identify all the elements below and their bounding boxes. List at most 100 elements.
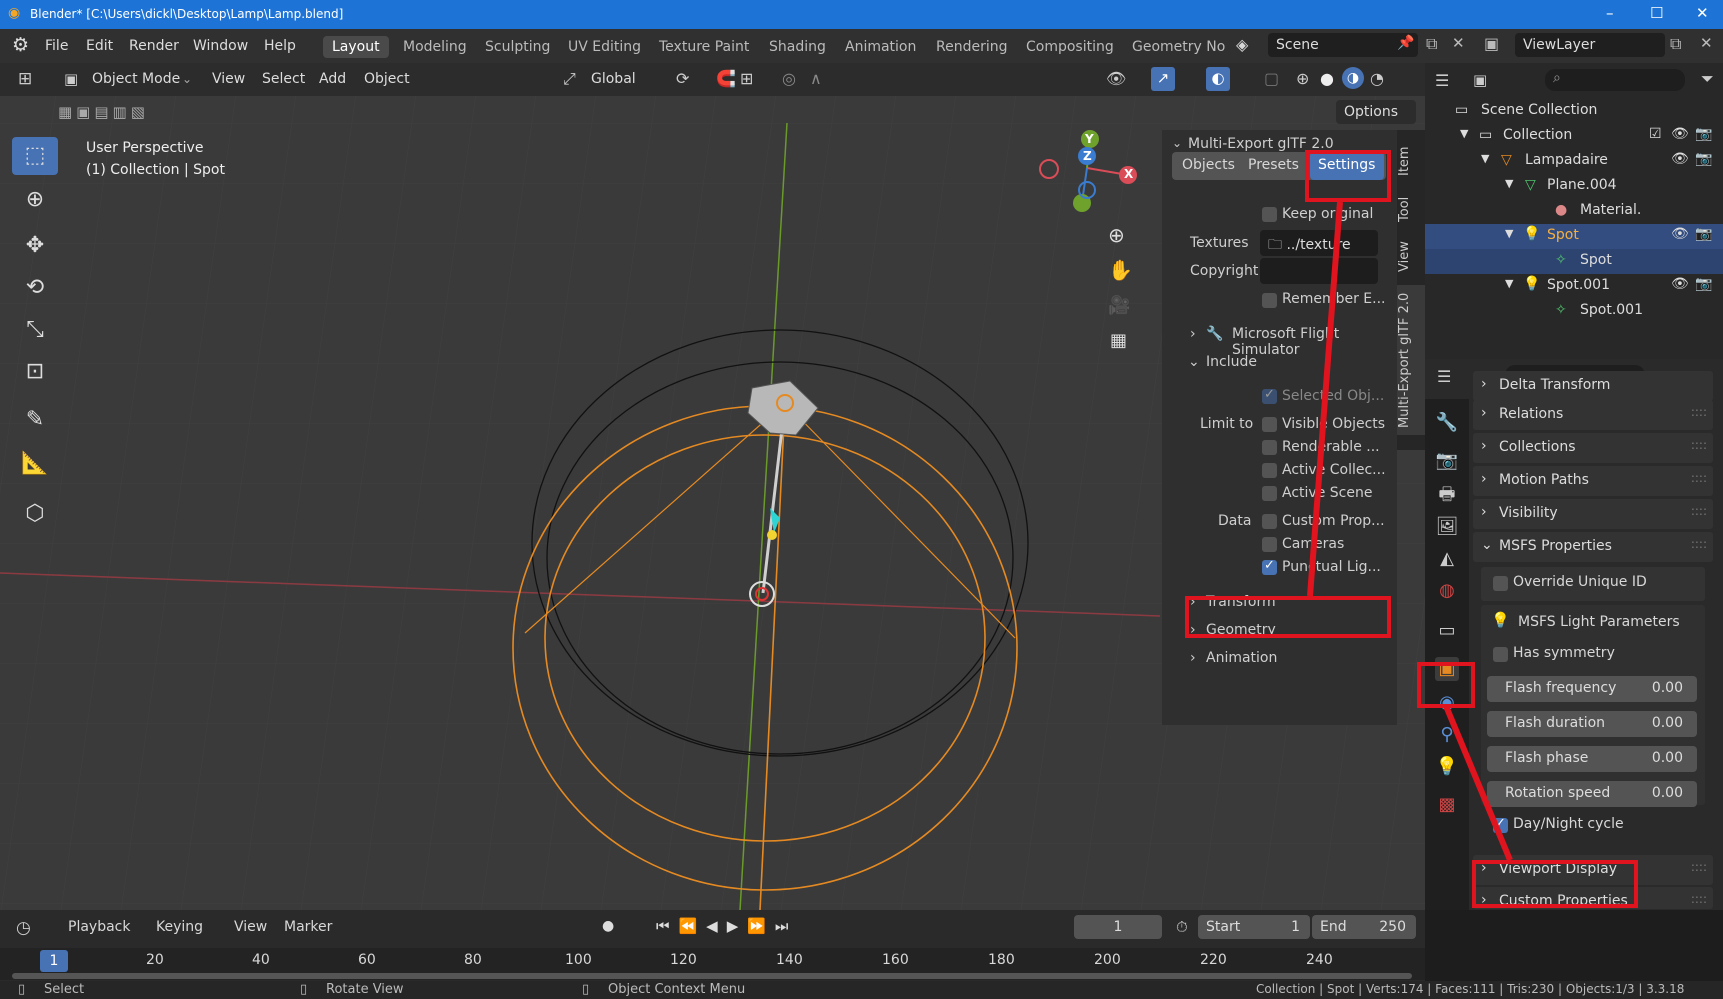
menu-file[interactable]: File [45,38,68,54]
copyright-field[interactable] [1260,258,1378,284]
proportional-edit-icon[interactable]: ◎ [782,69,796,88]
blender-menu-icon[interactable]: ⚙ [12,34,29,56]
outliner-search-input[interactable]: ⌕ [1545,69,1685,91]
pin-icon[interactable]: 📌 [1397,35,1414,51]
world-properties-icon[interactable]: ◍ [1435,579,1459,603]
menu-playback[interactable]: Playback [68,919,130,935]
timeline-editor-icon[interactable]: ◷ [16,918,31,938]
rotate-tool-icon[interactable]: ⟲ [12,269,58,307]
panel-collapse-icon[interactable]: ⌄ [1172,136,1182,150]
outliner-row-lampadaire[interactable]: ▼ ▽ Lampadaire 👁 📷 [1425,149,1723,174]
maximize-icon[interactable]: ☐ [1650,4,1663,22]
selection-mode-icons[interactable]: ▦▣▤▥▧ [58,103,178,123]
properties-editor-type-icon[interactable]: ☰ [1437,367,1451,386]
transform-orientation-icon[interactable]: ⤢ [563,69,576,89]
funnel-icon[interactable]: ⏷ [1701,69,1714,89]
annotate-tool-icon[interactable]: ✎ [12,401,58,439]
tab-presets[interactable]: Presets [1248,157,1299,173]
include-subpanel[interactable]: Include [1206,354,1257,370]
chevron-right-icon[interactable]: › [1190,650,1196,666]
collection-properties-icon[interactable]: ▭ [1435,619,1459,643]
chevron-down-icon[interactable]: ▼ [1460,127,1468,140]
custom-props-checkbox[interactable] [1262,514,1277,529]
falloff-icon[interactable]: ∧ [810,69,822,88]
material-preview-icon[interactable]: ◑ [1342,67,1364,89]
chevron-down-icon[interactable]: ▼ [1505,177,1513,190]
section-motion-paths[interactable]: › Motion Paths:::: [1473,466,1713,496]
tab-compositing[interactable]: Compositing [1017,36,1123,58]
gizmo-toggle-icon[interactable]: ↗ [1151,67,1175,91]
scene-properties-icon[interactable]: ◭ [1435,547,1459,571]
camera-icon[interactable]: 📷 [1695,226,1712,242]
xray-icon[interactable]: ▢ [1264,69,1279,88]
flash-phase-slider[interactable]: Flash phase 0.00 [1487,746,1697,772]
pivot-icon[interactable]: ⟳ [676,69,689,88]
section-visibility[interactable]: › Visibility:::: [1473,499,1713,529]
drag-handle-icon[interactable]: :::: [1691,537,1707,551]
outliner-row-spot-data[interactable]: ✧ Spot [1425,249,1723,274]
section-delta-transform[interactable]: › Delta Transform [1473,371,1713,401]
animation-subpanel[interactable]: Animation [1206,650,1277,666]
gizmo-z-label[interactable]: Z [1083,149,1092,163]
drag-handle-icon[interactable]: :::: [1691,504,1707,518]
rendered-shading-icon[interactable]: ◔ [1370,69,1384,88]
output-properties-icon[interactable]: 🖶 [1435,483,1459,507]
renderable-checkbox[interactable] [1262,440,1277,455]
menu-edit[interactable]: Edit [86,38,113,54]
render-properties-icon[interactable]: 📷 [1435,449,1459,473]
outliner-row-spot[interactable]: ▼ 💡 Spot 👁 📷 [1425,224,1723,249]
camera-icon[interactable]: 📷 [1695,276,1712,292]
tab-geometry-nodes[interactable]: Geometry No [1123,36,1234,58]
active-scene-checkbox[interactable] [1262,486,1277,501]
timeline-scrollbar[interactable] [12,973,1412,979]
tab-sculpting[interactable]: Sculpting [476,36,559,58]
flash-duration-slider[interactable]: Flash duration 0.00 [1487,711,1697,737]
tab-uv-editing[interactable]: UV Editing [559,36,650,58]
override-unique-id-checkbox[interactable] [1493,576,1508,591]
clock-icon[interactable]: ⏱ [1176,918,1188,936]
tool-properties-icon[interactable]: 🔧 [1435,411,1459,435]
tab-animation[interactable]: Animation [836,36,925,58]
menu-help[interactable]: Help [264,38,296,54]
zoom-icon[interactable]: ⊕ [1108,223,1125,247]
outliner-row-collection[interactable]: ▼ ▭ Collection ☑ 👁 📷 [1425,124,1723,149]
wireframe-shading-icon[interactable]: ⊕ [1296,69,1309,88]
gizmo-x-label[interactable]: X [1124,167,1133,181]
viewlayer-icon[interactable]: ▣ [1484,34,1499,53]
close-icon[interactable]: ✕ [1696,4,1709,22]
menu-timeline-view[interactable]: View [234,919,267,935]
measure-tool-icon[interactable]: 📐 [12,445,58,483]
chevron-down-icon[interactable]: ▼ [1505,277,1513,290]
move-tool-icon[interactable]: ✥ [12,227,58,265]
menu-view[interactable]: View [212,71,245,87]
snap-target-icon[interactable]: ⊞ [740,69,753,88]
section-relations[interactable]: › Relations:::: [1473,400,1713,430]
transform-tool-icon[interactable]: ⊡ [12,353,58,391]
menu-marker[interactable]: Marker [284,919,332,935]
visible-objects-checkbox[interactable] [1262,417,1277,432]
snap-icon[interactable]: 🧲 [716,69,736,88]
transform-orientation-dropdown[interactable]: Global [591,71,636,87]
ortho-grid-icon[interactable]: ▦ [1110,330,1127,351]
drag-handle-icon[interactable]: :::: [1691,438,1707,452]
outliner-row-spot001-data[interactable]: ✧ Spot.001 [1425,299,1723,324]
add-cube-tool-icon[interactable]: ⬡ [12,495,58,533]
keep-original-checkbox[interactable] [1262,207,1277,222]
chevron-down-icon[interactable]: ▼ [1505,227,1513,240]
sidebar-tab-multi-export[interactable]: Multi-Export glTF 2.0 [1397,285,1425,435]
cameras-checkbox[interactable] [1262,537,1277,552]
selected-objects-checkbox[interactable] [1262,387,1277,404]
sidebar-tab-tool[interactable]: Tool [1397,188,1425,230]
tab-layout[interactable]: Layout [323,36,389,58]
tab-rendering[interactable]: Rendering [927,36,1017,58]
drag-handle-icon[interactable]: :::: [1691,892,1707,906]
hand-pan-icon[interactable]: ✋ [1108,258,1133,282]
solid-shading-icon[interactable]: ● [1320,69,1334,88]
menu-select[interactable]: Select [262,71,305,87]
tab-shading[interactable]: Shading [760,36,835,58]
section-collections[interactable]: › Collections:::: [1473,433,1713,463]
camera-icon[interactable]: 📷 [1695,151,1712,167]
textures-field[interactable]: 🗀 ../texture [1260,230,1378,256]
sidebar-tab-view[interactable]: View [1397,236,1425,278]
playback-controls-icon[interactable]: ⏮⏪◀▶⏩⏭ [656,917,797,935]
